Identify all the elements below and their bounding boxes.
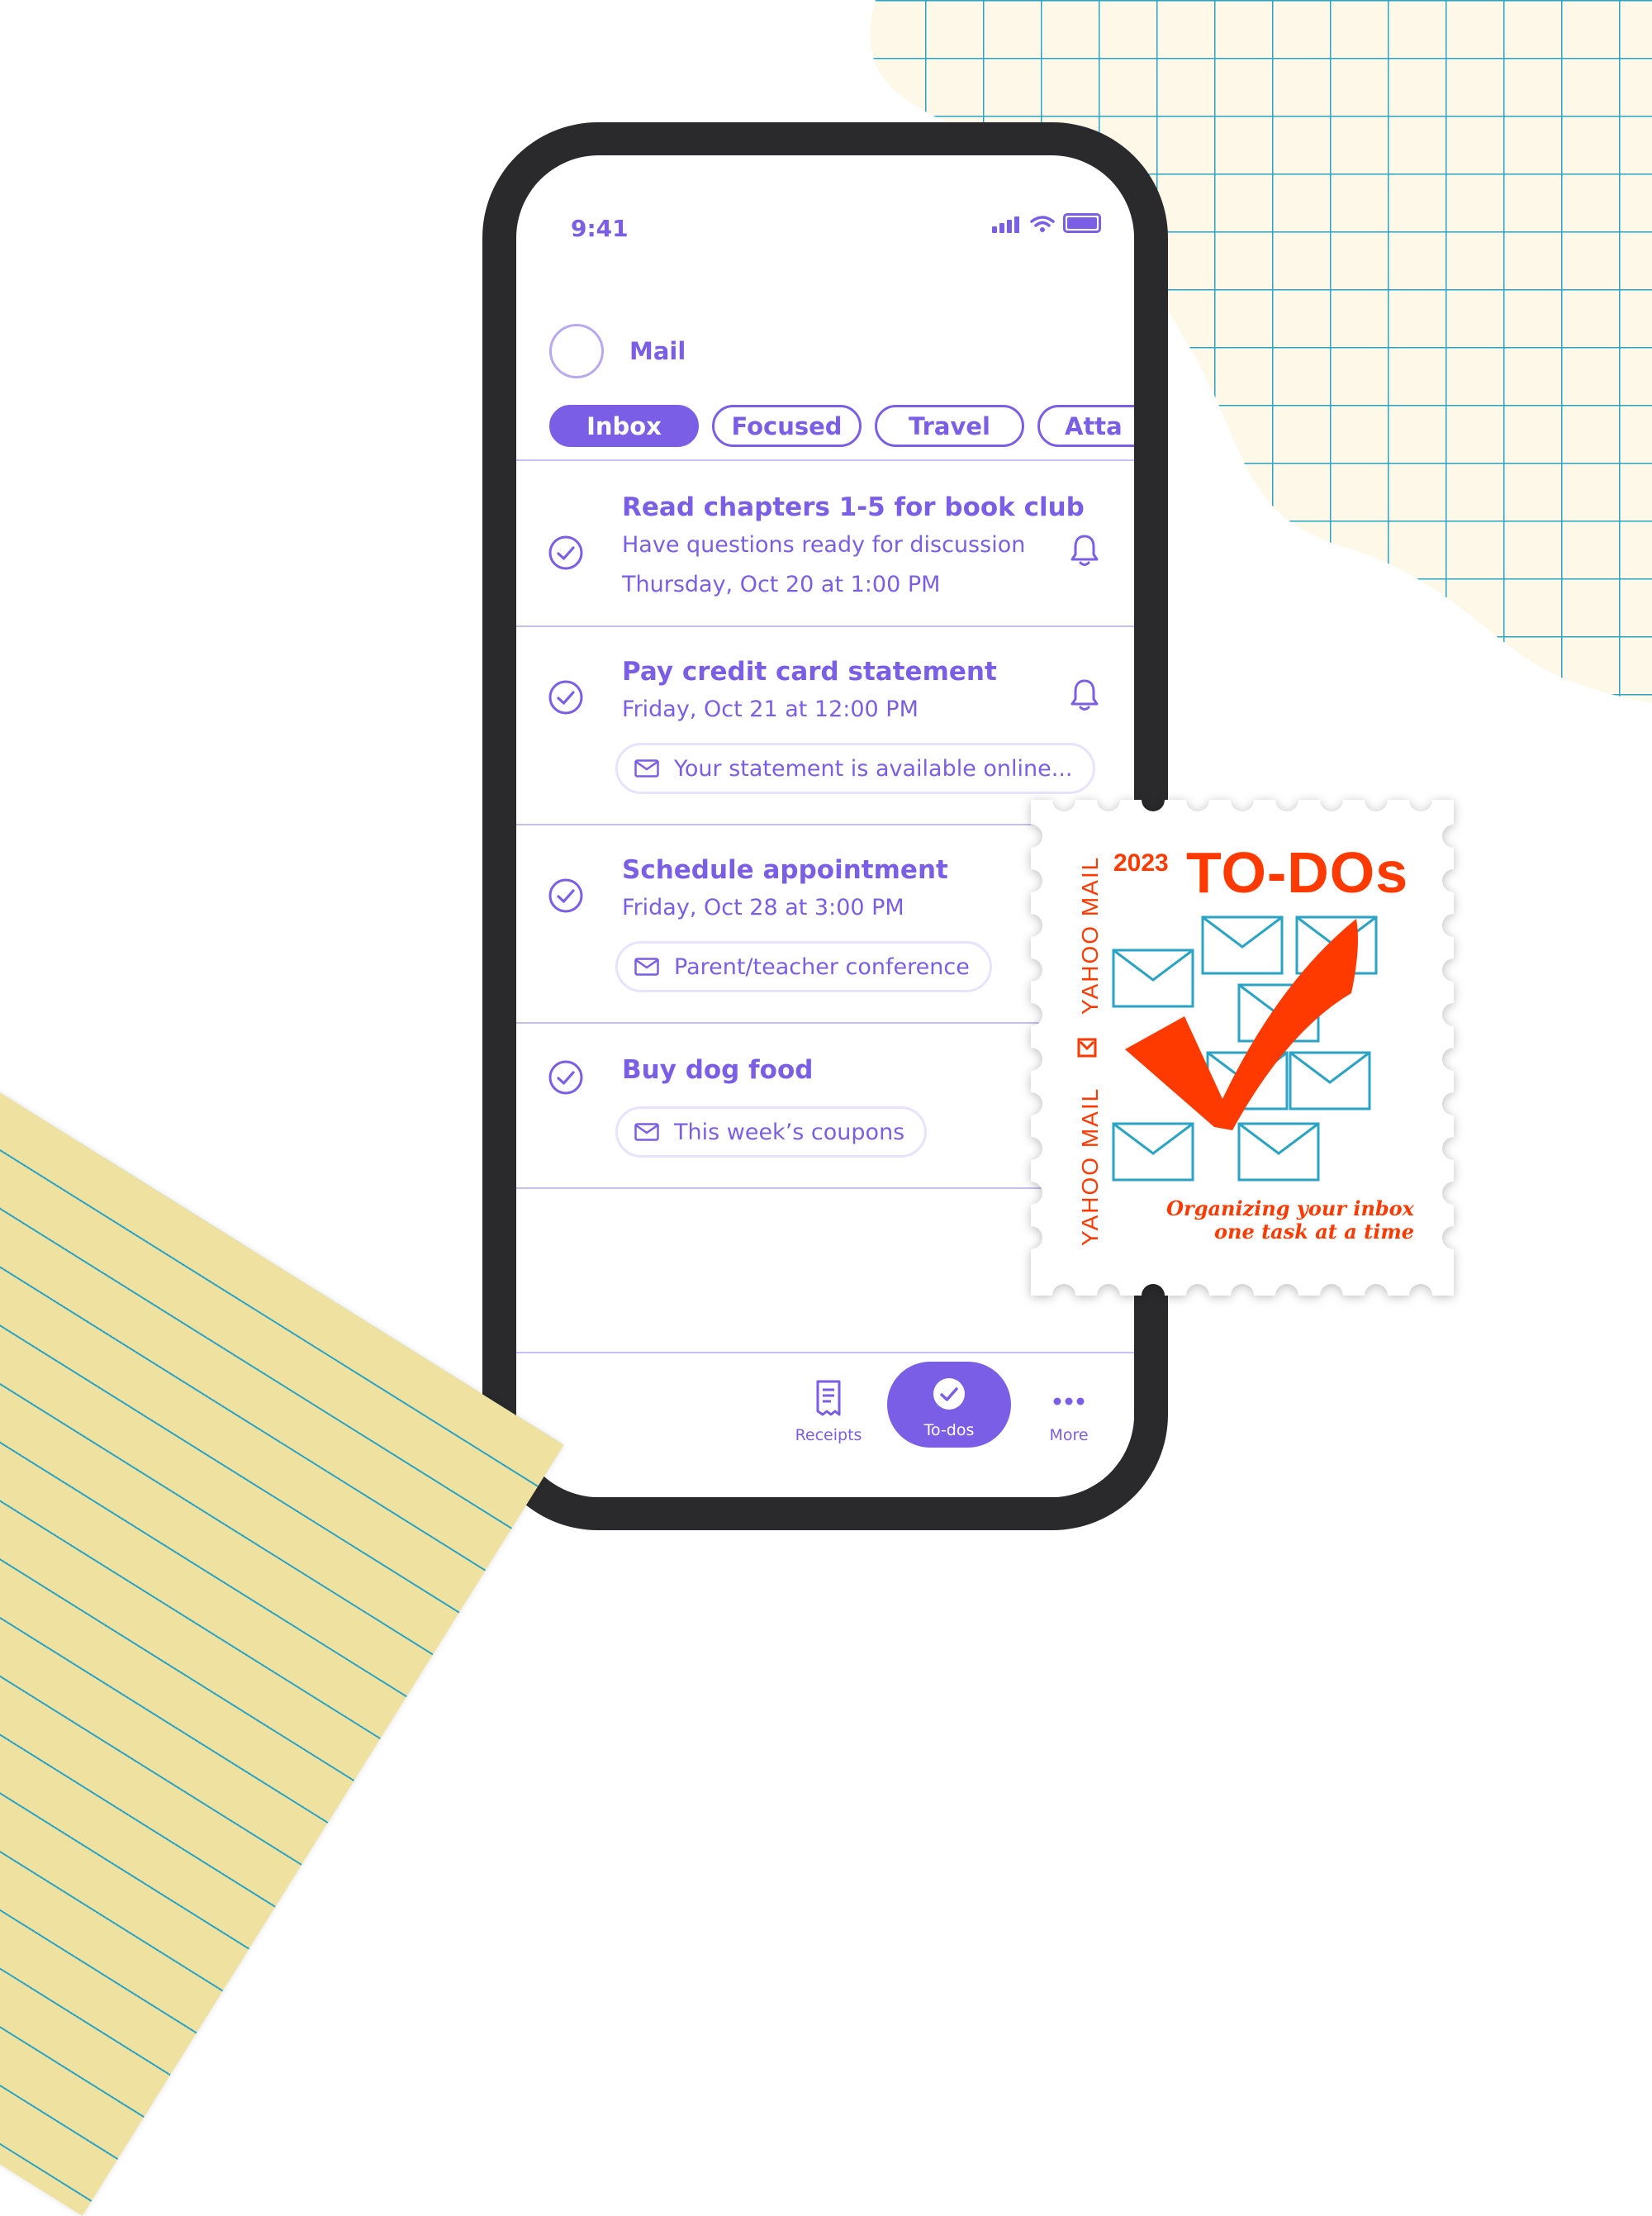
stamp-side-text: YAHOO MAIL xyxy=(1077,855,1103,1015)
app-title: Mail xyxy=(629,337,686,365)
tab-label: Travel xyxy=(909,411,990,440)
chip-label: Your statement is available online... xyxy=(674,755,1073,782)
status-bar: 9:41 xyxy=(516,155,1134,242)
envelope-icon xyxy=(634,1123,659,1141)
envelope-icon xyxy=(634,958,659,976)
stamp-side-text: YAHOO MAIL xyxy=(1077,1087,1103,1246)
stamp-title: TO-DOs xyxy=(1186,840,1409,905)
check-circle-icon[interactable] xyxy=(548,535,583,570)
tab-attachments[interactable]: Atta xyxy=(1037,405,1134,447)
check-circle-icon[interactable] xyxy=(548,878,583,913)
tab-focused[interactable]: Focused xyxy=(712,405,862,447)
tab-inbox[interactable]: Inbox xyxy=(549,405,699,447)
email-link-chip[interactable]: Parent/teacher conference xyxy=(615,941,992,992)
email-link-chip[interactable]: Your statement is available online... xyxy=(615,743,1095,794)
cellular-signal-icon xyxy=(992,215,1022,233)
todo-item[interactable]: Read chapters 1-5 for book club Have que… xyxy=(516,461,1134,627)
todo-title: Read chapters 1-5 for book club xyxy=(622,492,1085,522)
nav-more[interactable]: More xyxy=(1019,1368,1118,1451)
todo-item[interactable]: Pay credit card statement Friday, Oct 21… xyxy=(516,627,1134,825)
stamp-tagline: one task at a time xyxy=(1214,1220,1414,1244)
nav-label: To-dos xyxy=(923,1421,975,1439)
nav-label: More xyxy=(1049,1426,1089,1444)
bell-icon[interactable] xyxy=(1070,534,1099,567)
bottom-navigation: Receipts To-dos More xyxy=(516,1352,1134,1497)
stamp-tagline: Organizing your inbox xyxy=(1166,1196,1414,1220)
nav-receipts[interactable]: Receipts xyxy=(779,1368,878,1451)
avatar[interactable] xyxy=(549,324,604,378)
check-circle-icon[interactable] xyxy=(548,680,583,715)
stamp-year: 2023 xyxy=(1113,849,1169,877)
receipt-icon xyxy=(816,1380,841,1416)
todo-subtitle: Have questions ready for discussion xyxy=(622,532,1026,558)
mail-header: Mail Inbox Focused Travel Atta xyxy=(516,238,1134,494)
tab-label: Inbox xyxy=(586,411,662,440)
check-circle-icon xyxy=(933,1378,965,1410)
chip-label: Parent/teacher conference xyxy=(674,953,970,980)
more-dots-icon xyxy=(1053,1397,1085,1405)
todo-due-date: Friday, Oct 28 at 3:00 PM xyxy=(622,895,904,920)
nav-label: Receipts xyxy=(795,1426,862,1444)
folder-tabs: Inbox Focused Travel Atta xyxy=(549,405,1134,447)
check-circle-icon[interactable] xyxy=(548,1060,583,1095)
nav-todos[interactable]: To-dos xyxy=(887,1362,1011,1448)
battery-icon xyxy=(1063,213,1101,233)
todo-due-date: Thursday, Oct 20 at 1:00 PM xyxy=(622,572,941,597)
todo-title: Pay credit card statement xyxy=(622,657,997,687)
todo-title: Buy dog food xyxy=(622,1055,814,1085)
envelope-icon xyxy=(634,759,659,778)
chip-label: This week’s coupons xyxy=(674,1119,905,1145)
email-link-chip[interactable]: This week’s coupons xyxy=(615,1106,928,1158)
wifi-icon xyxy=(1030,216,1055,232)
todo-due-date: Friday, Oct 21 at 12:00 PM xyxy=(622,697,919,722)
todo-title: Schedule appointment xyxy=(622,855,948,885)
tab-label: Focused xyxy=(731,411,843,440)
bell-icon[interactable] xyxy=(1070,678,1099,711)
status-icons xyxy=(992,213,1101,233)
tab-travel[interactable]: Travel xyxy=(875,405,1024,447)
tab-label: Atta xyxy=(1065,411,1123,440)
todo-stamp: 2023 TO-DOs YAHOO MAIL YAHOO MAIL Organi… xyxy=(1031,800,1454,1296)
